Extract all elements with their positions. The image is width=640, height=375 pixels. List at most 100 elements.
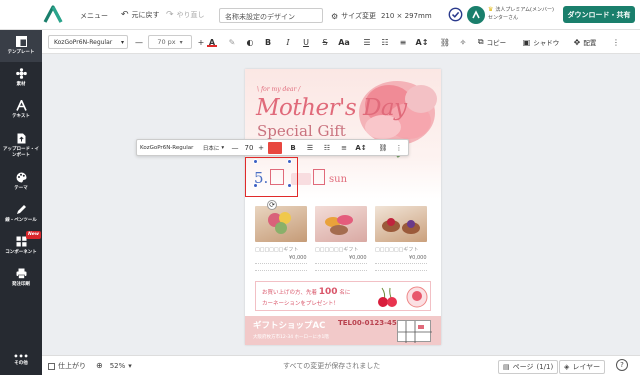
float-more-icon[interactable]: ⋮: [394, 142, 404, 154]
bold-button[interactable]: B: [262, 35, 274, 49]
crown-icon: ♛: [488, 6, 494, 13]
redo-button[interactable]: ↷ やり直し: [166, 10, 205, 20]
sidebar-item-label: アップロード・インポート: [3, 147, 39, 158]
finish-preview-button[interactable]: 仕上がり: [48, 361, 86, 371]
float-text-spacing-icon[interactable]: A↕: [355, 142, 367, 154]
product-name-2[interactable]: □□□□□□ギフト: [315, 246, 358, 253]
float-size-decrease-button[interactable]: —: [231, 142, 239, 154]
sidebar-item-label: コンポーネント: [5, 250, 37, 255]
date-weekday[interactable]: sun: [329, 174, 347, 185]
design-title-input[interactable]: 名称未設定のデザイン: [219, 8, 323, 23]
shadow-button[interactable]: ▣ シャドウ: [520, 35, 562, 49]
link-icon[interactable]: ⛓: [439, 35, 451, 49]
product-desc-3[interactable]: [375, 263, 427, 271]
sidebar-item-material[interactable]: 素材: [0, 62, 42, 94]
resize-button[interactable]: ⚙ サイズ変更 210 × 297mm: [331, 11, 432, 21]
poster-tagline[interactable]: \ for my dear /: [257, 86, 300, 93]
user-info[interactable]: ♛ 法人プレミアム(メンバー) センターさん: [488, 6, 554, 21]
product-name-1[interactable]: □□□□□□ギフト: [255, 246, 298, 253]
float-font-family-select[interactable]: KozGoPr6N-Regular: [140, 142, 200, 154]
product-image-1[interactable]: [255, 206, 307, 242]
product-image-2[interactable]: [315, 206, 367, 242]
float-language-value: 日本に: [202, 146, 220, 152]
highlight-color-icon[interactable]: ✎: [225, 35, 239, 49]
float-size-increase-button[interactable]: +: [257, 142, 265, 154]
help-icon[interactable]: ?: [616, 359, 628, 371]
avatar[interactable]: [467, 6, 485, 24]
poster-title-line1[interactable]: Mother's Day: [256, 95, 407, 121]
product-price-3[interactable]: ¥0,000: [409, 255, 427, 261]
shop-address[interactable]: 大阪府枚方市12-34 ホーローにホ1階: [253, 334, 329, 340]
sidebar-item-more[interactable]: ••• その他: [0, 346, 42, 374]
shop-name[interactable]: ギフトショップAC: [253, 319, 325, 331]
font-size-decrease-button[interactable]: —: [133, 35, 145, 49]
top-bar: メニュー ↶ 元に戻す ↷ やり直し 名称未設定のデザイン ⚙ サイズ変更 21…: [0, 0, 640, 30]
page-icon: ▤: [503, 363, 510, 371]
float-list-icon[interactable]: ☷: [322, 142, 332, 154]
layers-icon: ◈: [564, 363, 570, 371]
numbered-list-icon[interactable]: ≡: [397, 35, 409, 49]
sidebar-item-label: 線・ペンツール: [5, 218, 37, 223]
sidebar-item-template[interactable]: テンプレート: [0, 30, 42, 62]
strikethrough-button[interactable]: S: [319, 35, 331, 49]
product-desc-2[interactable]: [315, 263, 367, 271]
more-options-icon[interactable]: ⋮: [610, 35, 622, 49]
tart-image: [382, 218, 420, 234]
product-price-1[interactable]: ¥0,000: [289, 255, 307, 261]
float-font-size-input[interactable]: 70: [241, 142, 257, 154]
font-size-input[interactable]: 70 px ▾: [148, 35, 192, 49]
product-desc-1[interactable]: [255, 263, 307, 271]
align-left-icon[interactable]: ☰: [361, 35, 373, 49]
resize-handle[interactable]: [287, 159, 292, 164]
menu-button[interactable]: メニュー: [80, 11, 108, 21]
resize-handle[interactable]: [253, 159, 258, 164]
resize-handle[interactable]: [253, 183, 258, 188]
chevron-down-icon: ▾: [128, 361, 132, 370]
product-name-3[interactable]: □□□□□□ギフト: [375, 246, 418, 253]
date-placeholder-box[interactable]: [313, 169, 325, 185]
download-share-button[interactable]: ダウンロード・共有: [563, 6, 635, 23]
undo-button[interactable]: ↶ 元に戻す: [121, 10, 160, 20]
sidebar-item-component[interactable]: New コンポーネント: [0, 230, 42, 262]
promo-banner[interactable]: お買い上げの方、先着 100 名に カーネーションをプレゼント！: [255, 281, 431, 311]
map-graphic[interactable]: [397, 320, 432, 343]
float-link-icon[interactable]: ⛓: [378, 142, 388, 154]
float-color-swatch[interactable]: [268, 142, 282, 154]
sidebar-item-text[interactable]: テキスト: [0, 94, 42, 126]
more-dots-icon: •••: [13, 352, 29, 361]
float-align-icon[interactable]: ☰: [305, 142, 315, 154]
font-family-select[interactable]: KozGoPr6N-Regular ▾: [48, 35, 128, 49]
rotate-handle-icon[interactable]: ⟳: [267, 200, 277, 210]
float-bold-button[interactable]: B: [288, 142, 298, 154]
zoom-icon: ⊕: [96, 361, 103, 370]
check-status-icon[interactable]: [448, 7, 463, 22]
float-language-select[interactable]: 日本に ▾: [200, 142, 227, 154]
sidebar-item-upload[interactable]: アップロード・インポート: [0, 128, 42, 164]
sidebar-item-print[interactable]: 発注印刷: [0, 262, 42, 294]
underline-button[interactable]: U: [300, 35, 312, 49]
float-numbered-list-icon[interactable]: ≡: [339, 142, 349, 154]
product-price-2[interactable]: ¥0,000: [349, 255, 367, 261]
text-color-button[interactable]: A: [205, 35, 219, 49]
sidebar-item-theme[interactable]: テーマ: [0, 166, 42, 198]
layer-button[interactable]: ◈ レイヤー: [559, 360, 606, 374]
text-spacing-icon[interactable]: A↕: [415, 35, 429, 49]
sidebar-item-pen[interactable]: 線・ペンツール: [0, 198, 42, 230]
fill-color-icon[interactable]: ◐: [243, 35, 257, 49]
resize-handle[interactable]: [287, 183, 292, 188]
arrange-button[interactable]: ✥ 配置: [568, 35, 602, 49]
app-logo[interactable]: [42, 4, 64, 24]
italic-button[interactable]: I: [282, 35, 294, 49]
layer-label: レイヤー: [572, 363, 601, 371]
page-button[interactable]: ▤ ページ (1/1): [498, 360, 559, 374]
product-image-3[interactable]: [375, 206, 427, 242]
poster-title-line2[interactable]: Special Gift: [257, 122, 346, 140]
undo-icon: ↶: [121, 10, 129, 20]
effects-icon[interactable]: ✧: [457, 35, 469, 49]
hamburger-menu-icon[interactable]: [12, 7, 26, 21]
bullet-list-icon[interactable]: ☷: [379, 35, 391, 49]
carnation-badge-image: [406, 286, 428, 308]
case-button[interactable]: Aa: [337, 35, 351, 49]
copy-button[interactable]: ⧉ コピー: [473, 35, 511, 49]
zoom-control[interactable]: ⊕ 52% ▾: [96, 361, 132, 370]
